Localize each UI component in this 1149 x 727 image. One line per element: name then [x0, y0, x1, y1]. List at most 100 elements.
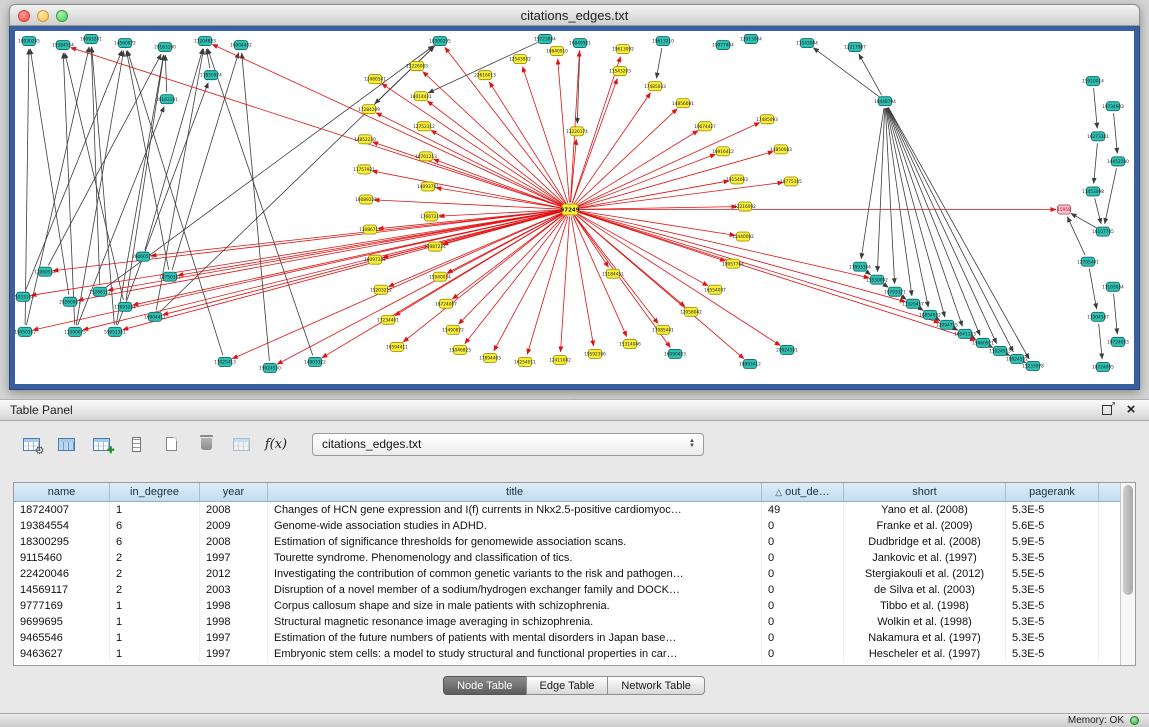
- table-settings-button[interactable]: [16, 431, 46, 457]
- network-node[interactable]: 16090433: [664, 349, 686, 358]
- network-node[interactable]: 12058042: [680, 307, 702, 316]
- network-node[interactable]: 20163191: [156, 95, 178, 104]
- network-node[interactable]: 16724033: [1107, 337, 1129, 346]
- network-node[interactable]: 14560072: [114, 39, 136, 48]
- table-row[interactable]: 977716911998Corpus callosum shape and si…: [14, 598, 1120, 614]
- network-node[interactable]: 16254011: [514, 357, 536, 366]
- function-builder-button[interactable]: f(x): [261, 431, 291, 457]
- column-header-title[interactable]: title: [268, 483, 762, 502]
- network-node[interactable]: 15940034: [429, 272, 451, 281]
- float-panel-button[interactable]: [1099, 402, 1115, 418]
- network-node[interactable]: 12750331: [159, 272, 181, 281]
- network-node[interactable]: 18957764: [722, 259, 744, 268]
- network-node[interactable]: 11543203: [609, 67, 631, 76]
- network-node[interactable]: 17893304: [849, 262, 871, 271]
- network-node[interactable]: 26060574: [132, 252, 154, 261]
- network-node[interactable]: 19460921: [972, 338, 994, 347]
- network-node[interactable]: 15723004: [534, 35, 556, 44]
- network-node[interactable]: 17693204: [114, 302, 136, 311]
- network-node[interactable]: 12705441: [1077, 257, 1099, 266]
- network-node[interactable]: 13490872: [442, 325, 464, 334]
- tab-node-table[interactable]: Node Table: [443, 676, 526, 695]
- network-node[interactable]: 12480541: [364, 75, 386, 84]
- zoom-window-button[interactable]: [56, 10, 68, 22]
- network-node[interactable]: 15530092: [866, 275, 888, 284]
- network-node[interactable]: 16093241: [80, 35, 102, 44]
- table-selector-combo[interactable]: citations_edges.txt▲▼: [312, 433, 704, 456]
- column-header-pagerank[interactable]: pagerank: [1006, 483, 1099, 502]
- network-node[interactable]: 11850924: [200, 71, 222, 80]
- tab-edge-table[interactable]: Edge Table: [526, 676, 609, 695]
- network-node[interactable]: 15314046: [619, 339, 641, 348]
- network-node[interactable]: 12094755: [936, 320, 958, 329]
- network-node[interactable]: 10977404: [712, 41, 734, 50]
- network-node[interactable]: 13220174: [566, 127, 588, 136]
- network-node[interactable]: 18993412: [739, 359, 761, 368]
- column-header-short[interactable]: short: [844, 483, 1006, 502]
- network-node[interactable]: 16849501: [569, 39, 591, 48]
- network-node[interactable]: 17284209: [358, 105, 380, 114]
- network-node[interactable]: 20163190: [154, 43, 176, 52]
- network-node[interactable]: 14452280: [1107, 157, 1129, 166]
- network-node[interactable]: 13086711: [359, 225, 381, 234]
- network-node[interactable]: 19613092: [612, 45, 634, 54]
- network-node[interactable]: 15184451: [602, 269, 624, 278]
- network-node[interactable]: 18300295: [429, 37, 451, 46]
- network-node[interactable]: 17485093: [756, 115, 778, 124]
- network-node[interactable]: 17485033: [644, 82, 666, 91]
- close-panel-button[interactable]: ×: [1123, 402, 1139, 418]
- table-row[interactable]: 946362711997Embryonic stem cells: a mode…: [14, 646, 1120, 662]
- network-node[interactable]: 16554037: [704, 285, 726, 294]
- network-node[interactable]: 20260931: [59, 297, 81, 306]
- network-node[interactable]: 10674427: [694, 122, 716, 131]
- window-titlebar[interactable]: citations_edges.txt: [9, 4, 1140, 26]
- network-node[interactable]: 18097334: [364, 255, 386, 264]
- network-node[interactable]: 15910014: [1082, 77, 1104, 86]
- network-node[interactable]: 19384554: [52, 41, 74, 50]
- network-node[interactable]: 12217987: [844, 43, 866, 52]
- close-window-button[interactable]: [18, 10, 30, 22]
- network-node[interactable]: 11757931: [353, 165, 375, 174]
- rows-button[interactable]: [121, 431, 151, 457]
- network-node[interactable]: 20924501: [776, 345, 798, 354]
- network-node[interactable]: 15226083: [406, 62, 428, 71]
- delete-button[interactable]: [191, 431, 221, 457]
- network-node[interactable]: 16916412: [712, 147, 734, 156]
- edit-table-button[interactable]: [86, 431, 116, 457]
- show-columns-button[interactable]: [51, 431, 81, 457]
- network-node[interactable]: 17894403: [479, 353, 501, 362]
- tab-network-table[interactable]: Network Table: [607, 676, 705, 695]
- network-node[interactable]: 13320457: [902, 299, 924, 308]
- scrollbar-thumb[interactable]: [1123, 485, 1133, 595]
- network-node[interactable]: 14903322: [304, 357, 326, 366]
- network-node[interactable]: 11453098: [1082, 187, 1104, 196]
- network-node[interactable]: 17103054: [1102, 282, 1124, 291]
- network-node[interactable]: 59051351: [104, 327, 126, 336]
- network-node[interactable]: 14850083: [770, 145, 792, 154]
- network-node[interactable]: 13304587: [1087, 312, 1109, 321]
- network-node[interactable]: 15046823: [449, 345, 471, 354]
- network-node[interactable]: 15440092: [732, 232, 754, 241]
- network-node[interactable]: 16273341: [1087, 132, 1109, 141]
- table-row[interactable]: 1872400712008Changes of HCN gene express…: [14, 502, 1120, 518]
- import-disabled-button[interactable]: [226, 431, 256, 457]
- network-node[interactable]: 12411042: [549, 355, 571, 364]
- network-node[interactable]: 18030295: [18, 37, 40, 46]
- network-node[interactable]: 15033104: [15, 292, 34, 301]
- network-node[interactable]: 16904432: [230, 41, 252, 50]
- network-node[interactable]: 12060554: [34, 267, 56, 276]
- network-node[interactable]: 16761253: [415, 152, 437, 161]
- column-header-name[interactable]: name: [14, 483, 110, 502]
- column-header-year[interactable]: year: [200, 483, 268, 502]
- network-node[interactable]: 19154003: [726, 175, 748, 184]
- network-node[interactable]: 18775105: [780, 177, 802, 186]
- network-node[interactable]: 97249: [560, 204, 579, 215]
- table-row[interactable]: 2242004622012Investigating the contribut…: [14, 566, 1120, 582]
- network-node[interactable]: 19592306: [584, 349, 606, 358]
- network-node[interactable]: 13390075: [64, 327, 86, 336]
- network-node[interactable]: 18724095: [1092, 362, 1114, 371]
- table-row[interactable]: 1456911722003Disruption of a novel membe…: [14, 582, 1120, 598]
- network-node[interactable]: 19734903: [1102, 102, 1124, 111]
- network-node[interactable]: 12543932: [509, 55, 531, 64]
- column-header-out_de[interactable]: △out_de…: [762, 483, 844, 502]
